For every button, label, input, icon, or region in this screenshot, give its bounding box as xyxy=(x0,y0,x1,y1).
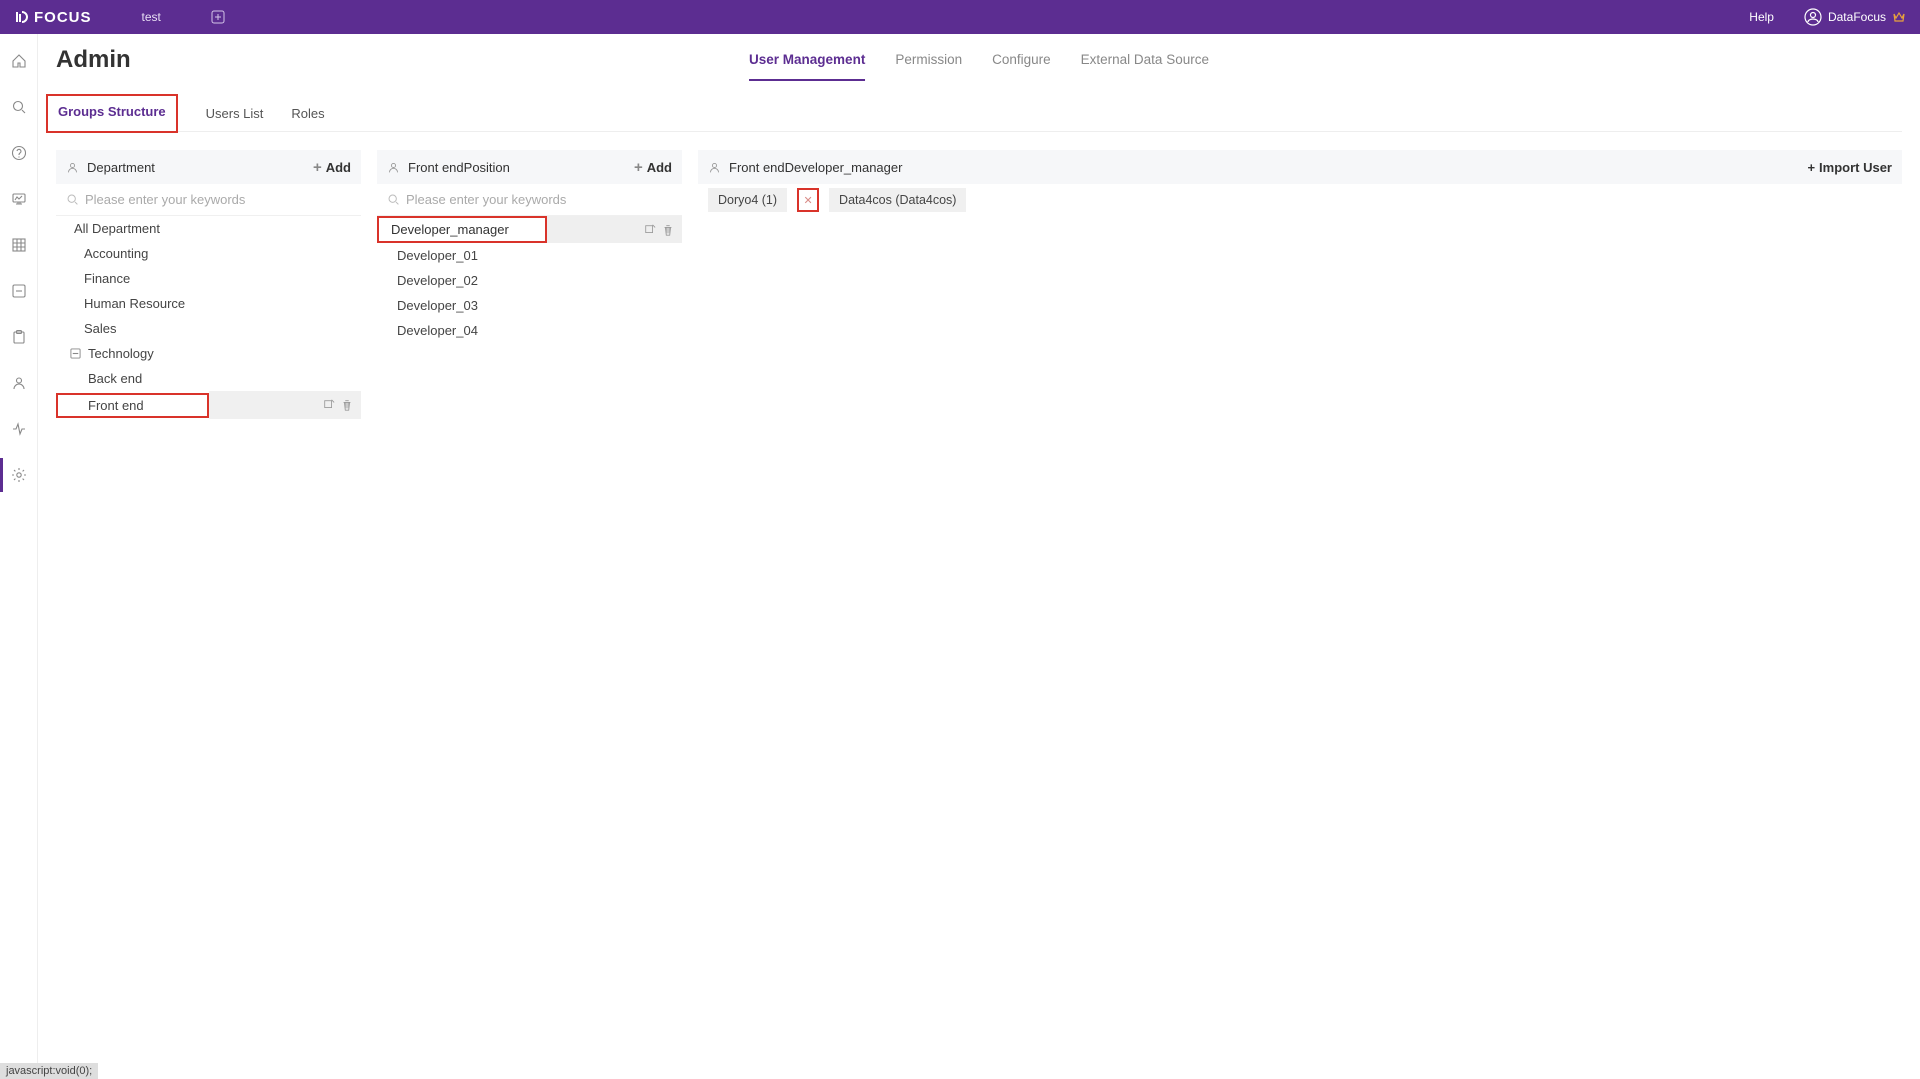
position-item-developer-manager[interactable]: Developer_manager xyxy=(377,216,682,243)
plus-icon: + xyxy=(1807,160,1815,175)
position-title: Front endPosition xyxy=(408,160,634,175)
tab-configure[interactable]: Configure xyxy=(992,46,1051,81)
edit-icon[interactable] xyxy=(644,224,656,236)
plus-icon: + xyxy=(313,159,322,176)
position-column: Front endPosition + Add Developer_manager xyxy=(377,150,682,419)
position-search xyxy=(377,184,682,216)
user-chip-data4cos[interactable]: Data4cos (Data4cos) xyxy=(829,188,966,212)
tree-item-technology[interactable]: Technology xyxy=(56,341,361,366)
tree-item-back-end[interactable]: Back end xyxy=(56,366,361,391)
tab-permission[interactable]: Permission xyxy=(895,46,962,81)
top-tabs: User Management Permission Configure Ext… xyxy=(749,46,1209,81)
tree-item-human-resource[interactable]: Human Resource xyxy=(56,291,361,316)
brand-text: FOCUS xyxy=(34,9,92,26)
tree-item-sales[interactable]: Sales xyxy=(56,316,361,341)
position-list: Developer_manager Developer_01 Developer… xyxy=(377,216,682,343)
add-department-button[interactable]: + Add xyxy=(313,159,351,176)
side-rail xyxy=(0,34,38,1079)
home-icon[interactable] xyxy=(10,52,28,70)
department-tree: All Department Accounting Finance Human … xyxy=(56,216,361,419)
user-chip-doryo4[interactable]: Doryo4 (1) xyxy=(708,188,787,212)
delete-icon[interactable] xyxy=(341,399,353,411)
topbar: FOCUS test Help DataFocus xyxy=(0,0,1920,34)
minus-box-icon[interactable] xyxy=(10,282,28,300)
user-chips: Doryo4 (1) ✕ Data4cos (Data4cos) xyxy=(698,184,1902,212)
front-end-label: Front end xyxy=(88,398,144,413)
users-title: Front endDeveloper_manager xyxy=(729,160,1807,175)
tree-item-finance[interactable]: Finance xyxy=(56,266,361,291)
add-tab-button[interactable] xyxy=(211,10,225,24)
tree-item-front-end[interactable]: Front end xyxy=(56,391,361,419)
user-outline-icon xyxy=(387,161,400,174)
search-icon xyxy=(66,193,79,206)
search-icon xyxy=(387,193,400,206)
plus-icon: + xyxy=(634,159,643,176)
brand-icon xyxy=(14,9,30,25)
crown-icon xyxy=(1892,10,1906,24)
position-label: Developer_manager xyxy=(391,222,509,237)
user-area[interactable]: DataFocus xyxy=(1804,8,1906,26)
subtab-users-list[interactable]: Users List xyxy=(206,96,264,131)
position-header: Front endPosition + Add xyxy=(377,150,682,184)
department-search xyxy=(56,184,361,216)
import-user-button[interactable]: + Import User xyxy=(1807,160,1892,175)
brand-logo[interactable]: FOCUS xyxy=(14,9,92,26)
position-item-developer-01[interactable]: Developer_01 xyxy=(377,243,682,268)
add-label: Add xyxy=(647,160,672,175)
delete-icon[interactable] xyxy=(662,224,674,236)
department-search-input[interactable] xyxy=(85,192,351,207)
position-item-developer-04[interactable]: Developer_04 xyxy=(377,318,682,343)
collapse-icon[interactable] xyxy=(70,348,82,359)
add-label: Add xyxy=(326,160,351,175)
remove-user-button[interactable]: ✕ xyxy=(797,188,819,212)
user-name: DataFocus xyxy=(1828,10,1886,24)
subtab-roles[interactable]: Roles xyxy=(291,96,324,131)
user-outline-icon xyxy=(66,161,79,174)
import-label: Import User xyxy=(1819,160,1892,175)
question-icon[interactable] xyxy=(10,144,28,162)
person-icon[interactable] xyxy=(10,374,28,392)
activity-icon[interactable] xyxy=(10,420,28,438)
position-item-developer-03[interactable]: Developer_03 xyxy=(377,293,682,318)
search-icon[interactable] xyxy=(10,98,28,116)
user-avatar-icon xyxy=(1804,8,1822,26)
tab-external-data-source[interactable]: External Data Source xyxy=(1081,46,1209,81)
help-link[interactable]: Help xyxy=(1749,10,1774,24)
position-item-developer-02[interactable]: Developer_02 xyxy=(377,268,682,293)
content: Admin User Management Permission Configu… xyxy=(38,34,1920,1079)
department-header: Department + Add xyxy=(56,150,361,184)
chip-label: Data4cos (Data4cos) xyxy=(839,193,956,207)
department-column: Department + Add All Department Accountin… xyxy=(56,150,361,419)
tree-item-all-department[interactable]: All Department xyxy=(56,216,361,241)
tab-user-management[interactable]: User Management xyxy=(749,46,865,81)
workspace-tab[interactable]: test xyxy=(142,10,161,24)
users-header: Front endDeveloper_manager + Import User xyxy=(698,150,1902,184)
chart-icon[interactable] xyxy=(10,190,28,208)
status-bar: javascript:void(0); xyxy=(0,1063,98,1079)
settings-icon[interactable] xyxy=(10,466,28,484)
add-position-button[interactable]: + Add xyxy=(634,159,672,176)
grid-icon[interactable] xyxy=(10,236,28,254)
department-title: Department xyxy=(87,160,313,175)
position-search-input[interactable] xyxy=(406,192,672,207)
chip-label: Doryo4 (1) xyxy=(718,193,777,207)
clipboard-icon[interactable] xyxy=(10,328,28,346)
subtab-groups-structure[interactable]: Groups Structure xyxy=(46,94,178,133)
user-outline-icon xyxy=(708,161,721,174)
edit-icon[interactable] xyxy=(323,399,335,411)
users-column: Front endDeveloper_manager +Import User … xyxy=(698,150,1902,419)
sub-tabs: Groups Structure Users List Roles xyxy=(56,96,1902,132)
tree-item-accounting[interactable]: Accounting xyxy=(56,241,361,266)
